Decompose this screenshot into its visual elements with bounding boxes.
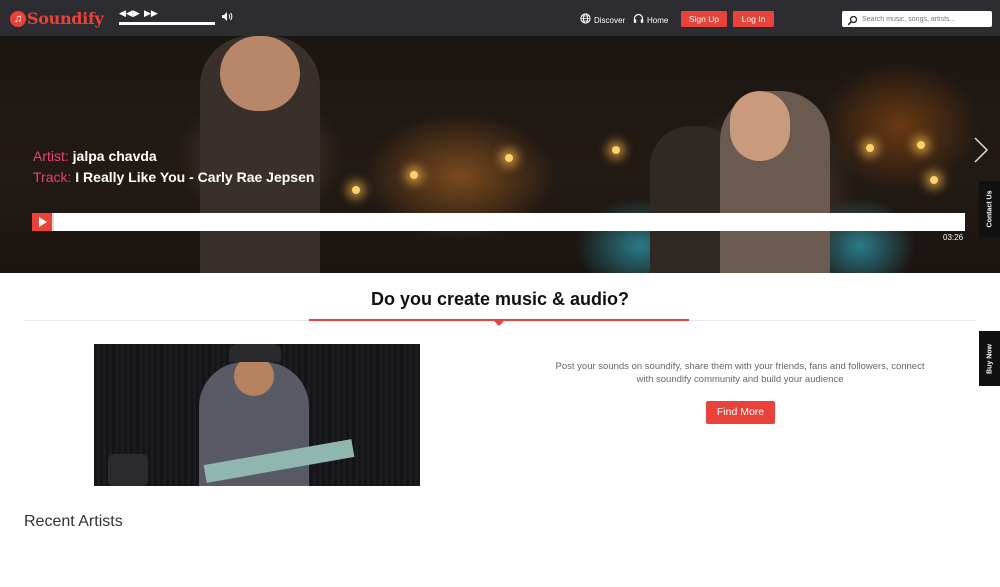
globe-icon <box>580 13 591 27</box>
mini-player: ◀◀ ▶ ▶▶ <box>119 8 237 28</box>
stage-light <box>930 176 938 184</box>
artist-key: Artist: <box>33 148 69 164</box>
buy-now-label: Buy Now <box>986 343 993 374</box>
contact-us-label: Contact Us <box>986 190 993 228</box>
music-note-icon: ♫ <box>10 10 26 27</box>
seek-handle[interactable] <box>52 213 54 231</box>
previous-icon[interactable]: ◀◀ <box>119 8 133 18</box>
performer-face <box>220 36 300 111</box>
stage-light <box>352 186 360 194</box>
next-icon[interactable]: ▶▶ <box>144 8 158 18</box>
contact-us-tab[interactable]: Contact Us <box>979 181 1000 237</box>
stage-light <box>505 154 513 162</box>
sign-up-button[interactable]: Sign Up <box>681 11 727 27</box>
next-slide-icon[interactable] <box>972 136 990 164</box>
search-input[interactable] <box>862 12 988 26</box>
play-button[interactable] <box>32 213 52 231</box>
stage-light <box>410 171 418 179</box>
nav-discover-label: Discover <box>594 15 626 25</box>
hat-image <box>229 344 281 362</box>
seek-bar[interactable] <box>32 213 965 231</box>
nav-discover[interactable]: Discover <box>580 13 625 27</box>
section-title: Do you create music & audio? <box>370 289 630 309</box>
log-in-button[interactable]: Log In <box>733 11 774 27</box>
search-box <box>842 11 992 27</box>
logo-text: Soundify <box>27 9 104 28</box>
nav-home[interactable]: Home <box>633 13 668 27</box>
nav-home-label: Home <box>647 15 669 25</box>
track-name[interactable]: I Really Like You - Carly Rae Jepsen <box>75 169 314 185</box>
stage-light <box>612 146 620 154</box>
section-description: Post your sounds on soundify, share them… <box>555 361 925 385</box>
performer-face <box>234 356 274 396</box>
stage-equipment <box>108 454 148 486</box>
stage-light <box>866 144 874 152</box>
logo[interactable]: ♫ Soundify <box>10 9 104 28</box>
feature-image <box>94 344 420 486</box>
volume-icon[interactable] <box>221 11 233 25</box>
performer-face <box>730 91 790 161</box>
mini-progress-bar[interactable] <box>119 22 215 25</box>
stage-light <box>917 141 925 149</box>
artist-name[interactable]: jalpa chavda <box>73 148 157 164</box>
recent-artists-title: Recent Artists <box>24 513 123 530</box>
play-icon[interactable]: ▶ <box>133 8 140 18</box>
search-icon[interactable] <box>847 13 858 26</box>
find-more-button[interactable]: Find More <box>706 401 775 424</box>
track-key: Track: <box>33 169 72 185</box>
headphones-icon <box>633 13 644 27</box>
artist-line: Artist: jalpa chavda <box>33 148 157 164</box>
track-line: Track: I Really Like You - Carly Rae Jep… <box>33 169 314 185</box>
track-duration: 03:26 <box>943 233 964 242</box>
hero-banner: Artist: jalpa chavda Track: I Really Lik… <box>0 36 1000 273</box>
divider-caret <box>493 320 505 326</box>
buy-now-tab[interactable]: Buy Now <box>979 331 1000 386</box>
top-navbar: ♫ Soundify ◀◀ ▶ ▶▶ Discover Home Sign Up… <box>0 0 1000 36</box>
